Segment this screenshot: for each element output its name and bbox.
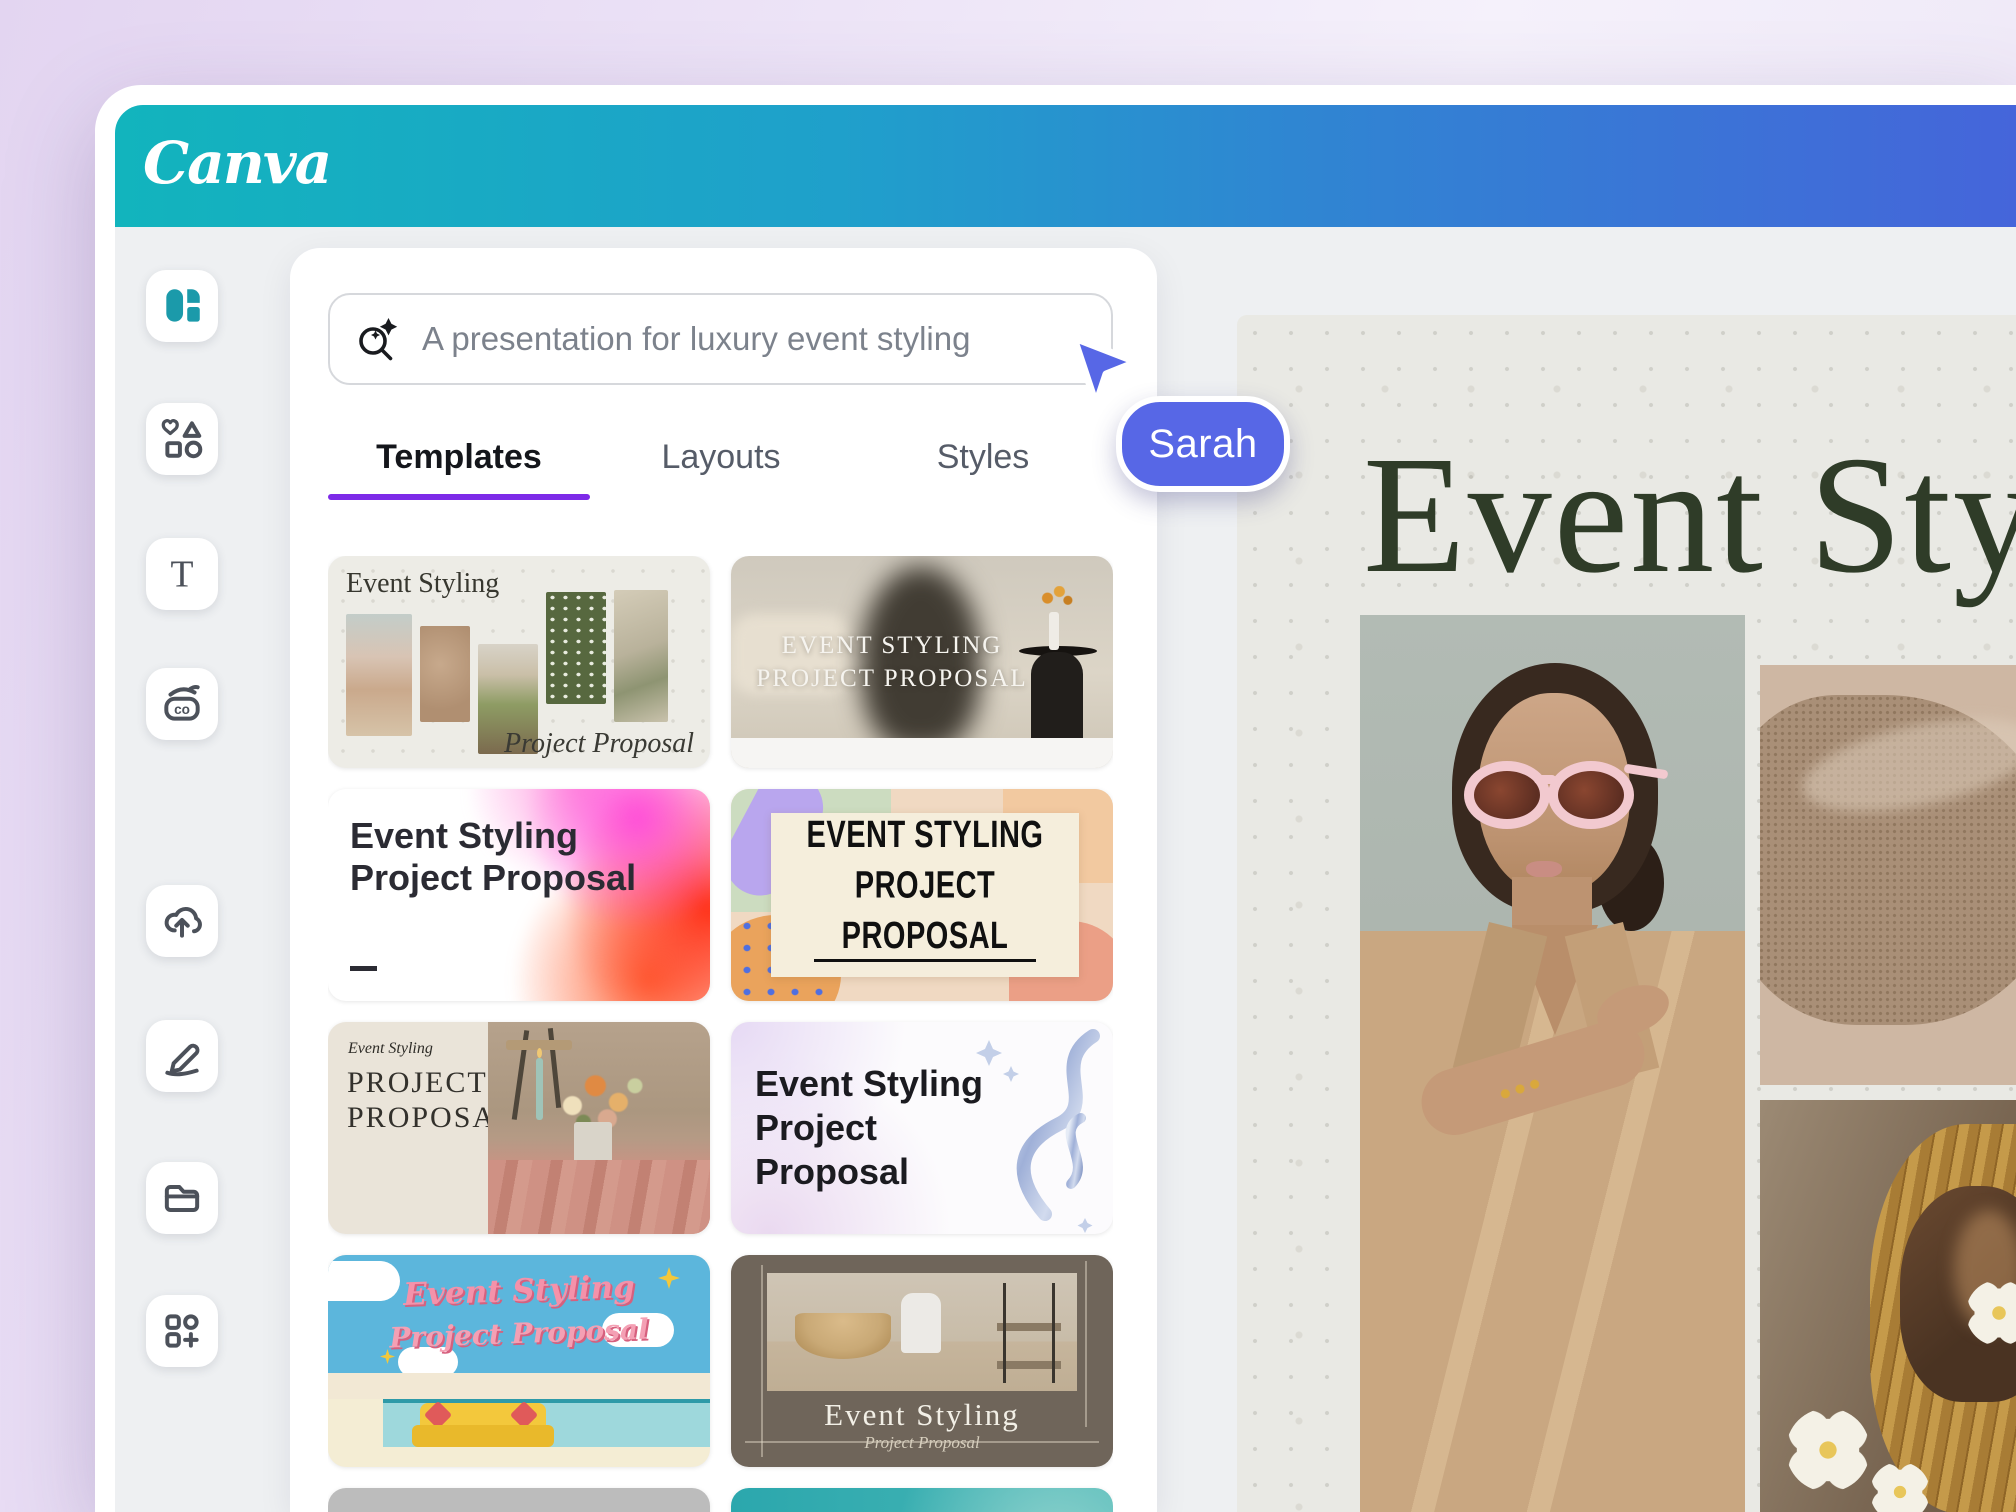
app-header: Canva: [115, 105, 2016, 227]
search-input[interactable]: [420, 319, 1111, 359]
canva-logo: Canva: [143, 129, 330, 197]
template-script: Project Proposal: [731, 1433, 1113, 1453]
projects-icon: [159, 1175, 205, 1221]
tab-templates[interactable]: Templates: [328, 438, 590, 477]
template-thumbnail-retro[interactable]: Event Styling Project Proposal: [328, 1255, 710, 1467]
template-thumbnail-brown-interior[interactable]: Event Styling Project Proposal: [731, 1255, 1113, 1467]
template-title-line: PROJECT PROPOSAL: [842, 865, 1009, 957]
template-title-line: EVENT STYLING: [782, 632, 1003, 659]
template-grid: Event Styling Project Proposal: [328, 556, 1113, 1512]
uploads-icon: [159, 898, 205, 944]
sidebar-item-uploads[interactable]: [146, 885, 218, 957]
template-script: Event Styling: [348, 1040, 433, 1058]
model-braids-photo: [1760, 1100, 2016, 1512]
sidebar-item-apps[interactable]: [146, 1295, 218, 1367]
photo-strip: [346, 614, 412, 736]
template-title: Event Styling: [731, 1397, 1113, 1433]
sand-texture-photo: [1760, 665, 2016, 1085]
lips-art: [1526, 861, 1562, 878]
template-title-line: Project: [755, 1107, 877, 1148]
magic-search-icon: [354, 316, 400, 362]
collaborator-cursor: Sarah: [1068, 334, 1146, 419]
presentation-preview: Event Styling: [1237, 315, 2016, 1512]
bowl-art: [795, 1313, 891, 1359]
chair-art: [901, 1293, 941, 1353]
svg-text:co: co: [174, 702, 190, 717]
template-thumbnail-beige-table[interactable]: Event Styling PROJECT PROPOSAL: [328, 1022, 710, 1234]
template-title: EVENT STYLING PROJECT PROPOSAL: [771, 810, 1079, 963]
sunglasses-art: [1548, 761, 1634, 829]
sunglasses-art: [1464, 761, 1550, 829]
daisy-flower-art: [1786, 1408, 1870, 1492]
collaborator-name-badge: Sarah: [1116, 396, 1290, 492]
model-sunglasses-photo: [1360, 615, 1745, 1512]
app-body: T co: [115, 227, 2016, 1512]
sidebar-item-design[interactable]: [146, 270, 218, 342]
tab-styles[interactable]: Styles: [852, 438, 1114, 477]
template-title-line: Project Proposal: [350, 857, 636, 898]
template-title-line: EVENT STYLING: [807, 814, 1044, 856]
sidebar-item-brand[interactable]: co: [146, 668, 218, 740]
template-title-line: PROJECT PROPOSAL: [756, 665, 1027, 692]
template-thumbnail-blurred-photo[interactable]: EVENT STYLING PROJECT PROPOSAL: [731, 556, 1113, 768]
active-tab-underline: [328, 494, 590, 500]
template-thumbnail-chrome-ribbons[interactable]: Event Styling Project Proposal: [731, 1022, 1113, 1234]
template-thumbnail-partial[interactable]: [731, 1488, 1113, 1512]
apps-icon: [159, 1308, 205, 1354]
cursor-arrow-icon: [1068, 334, 1146, 414]
app-window: Canva T: [95, 85, 2016, 1512]
template-title-line: PROJECT: [347, 1066, 488, 1099]
templates-panel: Templates Layouts Styles Event Styling P…: [290, 248, 1157, 1512]
presentation-title: Event Styling: [1363, 419, 2016, 612]
table-photo-art: [488, 1022, 710, 1234]
template-title-line: Proposal: [755, 1151, 909, 1192]
underscore-mark: [350, 966, 377, 971]
photo-strip: [420, 626, 470, 722]
tablecloth-art: [488, 1160, 710, 1234]
candle-art: [536, 1058, 543, 1120]
template-title-line: Event Styling: [755, 1063, 983, 1104]
sidebar-item-elements[interactable]: [146, 403, 218, 475]
tab-layouts[interactable]: Layouts: [590, 438, 852, 477]
design-icon: [159, 283, 205, 329]
flowers-art: [1039, 586, 1073, 608]
draw-icon: [159, 1033, 205, 1079]
sunglasses-art: [1534, 775, 1556, 784]
template-thumbnail-abstract-collage[interactable]: EVENT STYLING PROJECT PROPOSAL: [731, 789, 1113, 1001]
template-title: Event Styling Project Proposal: [755, 1062, 983, 1194]
wall-art: [328, 1373, 710, 1399]
photo-strip: [614, 590, 668, 722]
brand-co-icon: co: [159, 681, 205, 727]
template-caption: Project Proposal: [504, 728, 694, 760]
sidebar-item-projects[interactable]: [146, 1162, 218, 1234]
title-panel: EVENT STYLING PROJECT PROPOSAL: [771, 813, 1079, 977]
interior-photo-art: [767, 1273, 1077, 1391]
sidebar-item-text[interactable]: T: [146, 538, 218, 610]
shelf-art: [997, 1283, 1061, 1383]
svg-text:T: T: [171, 554, 194, 596]
photo-strip: [546, 592, 606, 704]
tab-bar: Templates Layouts Styles: [328, 438, 1114, 477]
template-title-line: Event Styling: [350, 815, 578, 856]
footer-strip: [731, 738, 1113, 768]
text-icon: T: [159, 551, 205, 597]
elements-icon: [159, 416, 205, 462]
couch-art: [412, 1425, 554, 1447]
template-thumbnail-moodboard[interactable]: Event Styling Project Proposal: [328, 556, 710, 768]
collaborator-name: Sarah: [1148, 422, 1257, 467]
template-title: Event Styling: [346, 568, 499, 600]
template-title: EVENT STYLING PROJECT PROPOSAL: [731, 630, 1053, 695]
sidebar-item-draw[interactable]: [146, 1020, 218, 1092]
template-thumbnail-gradient-blob[interactable]: Event Styling Project Proposal: [328, 789, 710, 1001]
chrome-ribbon-art: [953, 1022, 1113, 1234]
template-thumbnail-partial[interactable]: [328, 1488, 710, 1512]
template-title: Event Styling Project Proposal: [350, 815, 636, 900]
search-bar[interactable]: [328, 293, 1113, 385]
